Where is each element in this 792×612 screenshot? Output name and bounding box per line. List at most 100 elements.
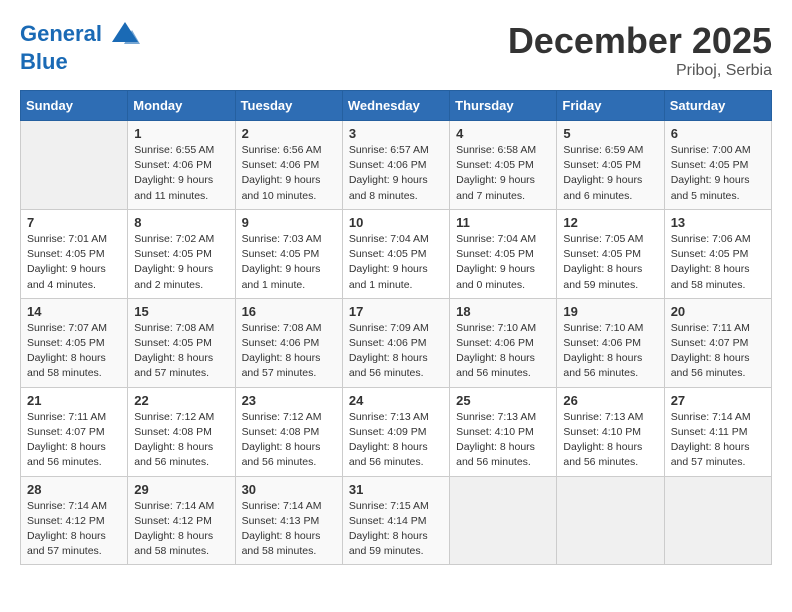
logo-icon — [110, 20, 140, 50]
day-info: Sunrise: 7:13 AM Sunset: 4:09 PM Dayligh… — [349, 410, 443, 471]
calendar-cell: 27 Sunrise: 7:14 AM Sunset: 4:11 PM Dayli… — [664, 387, 771, 476]
calendar-cell: 24 Sunrise: 7:13 AM Sunset: 4:09 PM Dayli… — [342, 387, 449, 476]
day-info: Sunrise: 7:02 AM Sunset: 4:05 PM Dayligh… — [134, 232, 228, 293]
day-info: Sunrise: 7:06 AM Sunset: 4:05 PM Dayligh… — [671, 232, 765, 293]
day-number: 26 — [563, 393, 657, 408]
title-section: December 2025 Priboj, Serbia — [508, 20, 772, 80]
week-row-2: 7 Sunrise: 7:01 AM Sunset: 4:05 PM Daylig… — [21, 209, 772, 298]
day-number: 7 — [27, 215, 121, 230]
day-info: Sunrise: 7:08 AM Sunset: 4:05 PM Dayligh… — [134, 321, 228, 382]
logo-text: General — [20, 20, 140, 50]
weekday-header-tuesday: Tuesday — [235, 91, 342, 121]
day-number: 20 — [671, 304, 765, 319]
day-number: 9 — [242, 215, 336, 230]
calendar-cell: 9Sunrise: 7:03 AM Sunset: 4:05 PM Daylig… — [235, 209, 342, 298]
day-number: 13 — [671, 215, 765, 230]
day-info: Sunrise: 7:04 AM Sunset: 4:05 PM Dayligh… — [349, 232, 443, 293]
day-number: 24 — [349, 393, 443, 408]
week-row-1: 1 Sunrise: 6:55 AM Sunset: 4:06 PM Daylig… — [21, 121, 772, 210]
week-row-5: 28 Sunrise: 7:14 AM Sunset: 4:12 PM Dayli… — [21, 476, 772, 565]
day-info: Sunrise: 7:14 AM Sunset: 4:12 PM Dayligh… — [27, 499, 121, 560]
day-info: Sunrise: 7:10 AM Sunset: 4:06 PM Dayligh… — [456, 321, 550, 382]
day-info: Sunrise: 7:13 AM Sunset: 4:10 PM Dayligh… — [563, 410, 657, 471]
day-number: 25 — [456, 393, 550, 408]
day-number: 17 — [349, 304, 443, 319]
calendar-cell: 19 Sunrise: 7:10 AM Sunset: 4:06 PM Dayli… — [557, 298, 664, 387]
day-number: 3 — [349, 126, 443, 141]
day-info: Sunrise: 7:15 AM Sunset: 4:14 PM Dayligh… — [349, 499, 443, 560]
weekday-header-saturday: Saturday — [664, 91, 771, 121]
calendar-cell: 30Sunrise: 7:14 AM Sunset: 4:13 PM Dayli… — [235, 476, 342, 565]
day-number: 2 — [242, 126, 336, 141]
month-title: December 2025 — [508, 20, 772, 62]
day-number: 12 — [563, 215, 657, 230]
day-number: 23 — [242, 393, 336, 408]
day-number: 16 — [242, 304, 336, 319]
day-number: 21 — [27, 393, 121, 408]
day-info: Sunrise: 7:04 AM Sunset: 4:05 PM Dayligh… — [456, 232, 550, 293]
day-number: 27 — [671, 393, 765, 408]
calendar-cell: 21 Sunrise: 7:11 AM Sunset: 4:07 PM Dayli… — [21, 387, 128, 476]
day-number: 10 — [349, 215, 443, 230]
day-number: 6 — [671, 126, 765, 141]
day-number: 29 — [134, 482, 228, 497]
logo: General Blue — [20, 20, 140, 74]
day-info: Sunrise: 7:11 AM Sunset: 4:07 PM Dayligh… — [671, 321, 765, 382]
day-number: 4 — [456, 126, 550, 141]
day-number: 11 — [456, 215, 550, 230]
calendar-cell: 16 Sunrise: 7:08 AM Sunset: 4:06 PM Dayli… — [235, 298, 342, 387]
day-number: 28 — [27, 482, 121, 497]
calendar-cell: 15 Sunrise: 7:08 AM Sunset: 4:05 PM Dayli… — [128, 298, 235, 387]
calendar-cell: 17 Sunrise: 7:09 AM Sunset: 4:06 PM Dayli… — [342, 298, 449, 387]
calendar-cell: 20 Sunrise: 7:11 AM Sunset: 4:07 PM Dayli… — [664, 298, 771, 387]
calendar-cell: 12 Sunrise: 7:05 AM Sunset: 4:05 PM Dayli… — [557, 209, 664, 298]
day-info: Sunrise: 6:57 AM Sunset: 4:06 PM Dayligh… — [349, 143, 443, 204]
day-info: Sunrise: 6:55 AM Sunset: 4:06 PM Dayligh… — [134, 143, 228, 204]
day-info: Sunrise: 7:14 AM Sunset: 4:13 PM Dayligh… — [242, 499, 336, 560]
calendar-cell: 1 Sunrise: 6:55 AM Sunset: 4:06 PM Daylig… — [128, 121, 235, 210]
calendar-cell: 25 Sunrise: 7:13 AM Sunset: 4:10 PM Dayli… — [450, 387, 557, 476]
calendar-cell: 22Sunrise: 7:12 AM Sunset: 4:08 PM Dayli… — [128, 387, 235, 476]
calendar-cell: 7 Sunrise: 7:01 AM Sunset: 4:05 PM Daylig… — [21, 209, 128, 298]
day-number: 1 — [134, 126, 228, 141]
day-info: Sunrise: 7:11 AM Sunset: 4:07 PM Dayligh… — [27, 410, 121, 471]
page-header: General Blue December 2025 Priboj, Serbi… — [20, 20, 772, 80]
calendar-cell: 26 Sunrise: 7:13 AM Sunset: 4:10 PM Dayli… — [557, 387, 664, 476]
day-info: Sunrise: 7:12 AM Sunset: 4:08 PM Dayligh… — [134, 410, 228, 471]
calendar-cell: 29 Sunrise: 7:14 AM Sunset: 4:12 PM Dayli… — [128, 476, 235, 565]
day-info: Sunrise: 7:01 AM Sunset: 4:05 PM Dayligh… — [27, 232, 121, 293]
weekday-header-wednesday: Wednesday — [342, 91, 449, 121]
weekday-header-monday: Monday — [128, 91, 235, 121]
calendar-cell: 3 Sunrise: 6:57 AM Sunset: 4:06 PM Daylig… — [342, 121, 449, 210]
calendar-cell: 31Sunrise: 7:15 AM Sunset: 4:14 PM Dayli… — [342, 476, 449, 565]
calendar-cell: 28 Sunrise: 7:14 AM Sunset: 4:12 PM Dayli… — [21, 476, 128, 565]
calendar-cell: 23 Sunrise: 7:12 AM Sunset: 4:08 PM Dayli… — [235, 387, 342, 476]
weekday-header-sunday: Sunday — [21, 91, 128, 121]
day-info: Sunrise: 7:13 AM Sunset: 4:10 PM Dayligh… — [456, 410, 550, 471]
calendar-cell — [557, 476, 664, 565]
weekday-header-friday: Friday — [557, 91, 664, 121]
day-number: 8 — [134, 215, 228, 230]
calendar-cell — [664, 476, 771, 565]
calendar-cell: 5Sunrise: 6:59 AM Sunset: 4:05 PM Daylig… — [557, 121, 664, 210]
day-info: Sunrise: 7:09 AM Sunset: 4:06 PM Dayligh… — [349, 321, 443, 382]
calendar-cell — [450, 476, 557, 565]
weekday-header-thursday: Thursday — [450, 91, 557, 121]
day-info: Sunrise: 7:14 AM Sunset: 4:11 PM Dayligh… — [671, 410, 765, 471]
day-info: Sunrise: 6:56 AM Sunset: 4:06 PM Dayligh… — [242, 143, 336, 204]
day-number: 5 — [563, 126, 657, 141]
day-info: Sunrise: 7:12 AM Sunset: 4:08 PM Dayligh… — [242, 410, 336, 471]
calendar-cell: 2 Sunrise: 6:56 AM Sunset: 4:06 PM Daylig… — [235, 121, 342, 210]
day-info: Sunrise: 7:08 AM Sunset: 4:06 PM Dayligh… — [242, 321, 336, 382]
calendar-cell: 18 Sunrise: 7:10 AM Sunset: 4:06 PM Dayli… — [450, 298, 557, 387]
day-info: Sunrise: 7:05 AM Sunset: 4:05 PM Dayligh… — [563, 232, 657, 293]
day-number: 18 — [456, 304, 550, 319]
day-info: Sunrise: 6:58 AM Sunset: 4:05 PM Dayligh… — [456, 143, 550, 204]
week-row-3: 14Sunrise: 7:07 AM Sunset: 4:05 PM Dayli… — [21, 298, 772, 387]
day-number: 15 — [134, 304, 228, 319]
day-info: Sunrise: 7:10 AM Sunset: 4:06 PM Dayligh… — [563, 321, 657, 382]
calendar-cell — [21, 121, 128, 210]
day-info: Sunrise: 7:14 AM Sunset: 4:12 PM Dayligh… — [134, 499, 228, 560]
calendar-cell: 6Sunrise: 7:00 AM Sunset: 4:05 PM Daylig… — [664, 121, 771, 210]
day-number: 19 — [563, 304, 657, 319]
